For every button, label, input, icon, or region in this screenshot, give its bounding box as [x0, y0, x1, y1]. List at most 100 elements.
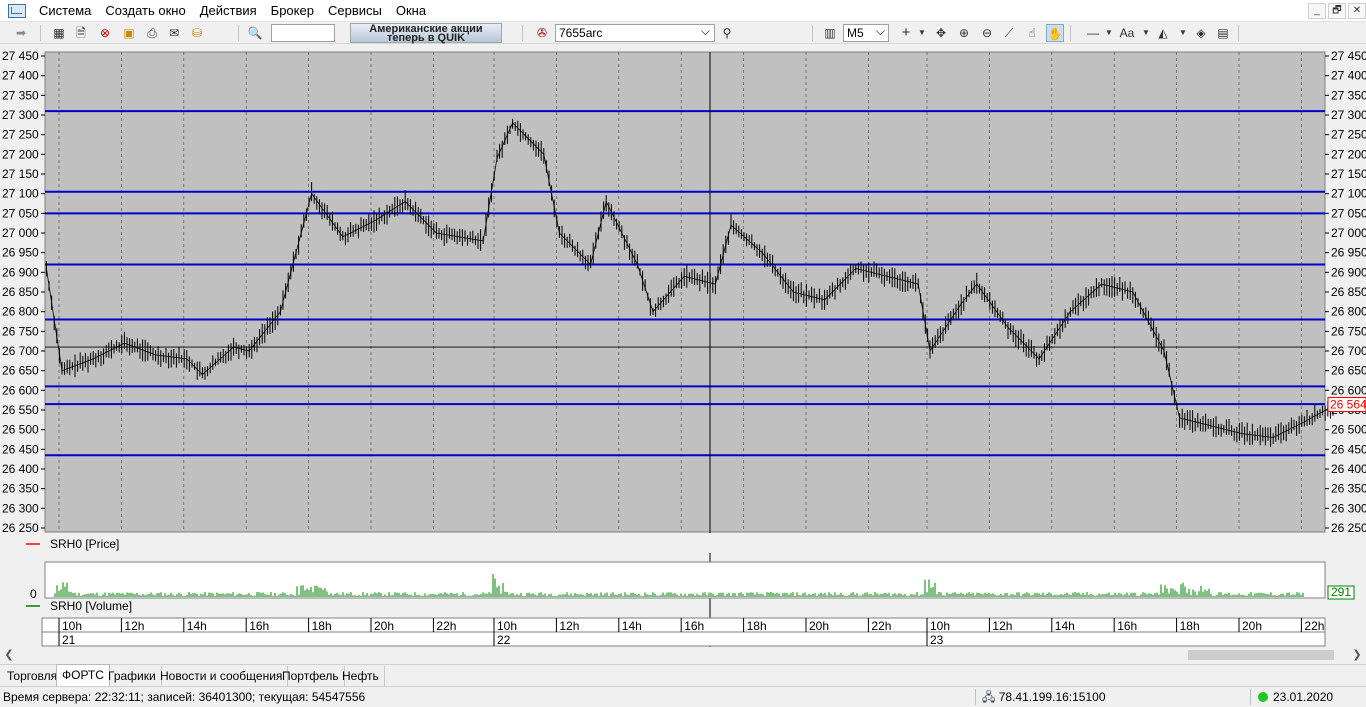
- y-tick-label-right: 27 250: [1331, 128, 1366, 142]
- y-tick-label-right: 26 350: [1331, 482, 1366, 496]
- price-point: [714, 283, 717, 285]
- time-tick-label: 16h: [684, 619, 704, 633]
- price-point: [186, 358, 188, 360]
- menu-services[interactable]: Сервисы: [321, 0, 389, 22]
- scroll-right-icon[interactable]: ❯: [1350, 647, 1364, 663]
- y-tick-label-right: 26 300: [1331, 501, 1366, 515]
- close-button[interactable]: ✕: [1348, 3, 1366, 19]
- crosshair-dropdown-icon[interactable]: ▼: [913, 24, 931, 42]
- lock-icon[interactable]: ▣: [120, 24, 138, 42]
- eye-icon[interactable]: ◈: [1192, 24, 1210, 42]
- price-point: [652, 311, 654, 313]
- current-date: 23.01.2020: [1273, 690, 1334, 704]
- price-point: [342, 236, 344, 238]
- text-dropdown-icon[interactable]: ▼: [1137, 24, 1155, 42]
- ticker-icon[interactable]: ✇: [533, 24, 551, 42]
- fill-icon[interactable]: ◭: [1154, 24, 1172, 42]
- fill-dropdown-icon[interactable]: ▼: [1174, 24, 1192, 42]
- tab-trading[interactable]: Торговля: [2, 666, 64, 686]
- price-point: [404, 200, 406, 203]
- search-icon[interactable]: 🔍: [246, 24, 264, 42]
- price-point: [636, 263, 639, 266]
- scroll-left-icon[interactable]: ❮: [2, 647, 16, 663]
- time-tick-label: 10h: [930, 619, 950, 633]
- menu-create-window[interactable]: Создать окно: [98, 0, 192, 22]
- restore-button[interactable]: 🗗: [1328, 3, 1346, 19]
- move-icon[interactable]: ✥: [932, 24, 950, 42]
- hand-icon[interactable]: ☝: [1023, 24, 1041, 42]
- time-tick-label: 10h: [62, 619, 82, 633]
- zoom-out-icon[interactable]: ⊖: [978, 24, 996, 42]
- timeframe-select[interactable]: M5: [843, 23, 889, 42]
- db-icon[interactable]: ⛁: [188, 24, 206, 42]
- volume-zero-label: 0: [30, 587, 37, 601]
- date-status: 23.01.2020: [1258, 687, 1333, 707]
- time-tick-label: 10h: [497, 619, 517, 633]
- menu-windows[interactable]: Окна: [389, 0, 433, 22]
- text-icon[interactable]: Aa: [1117, 24, 1137, 42]
- scroll-thumb[interactable]: [1188, 650, 1334, 660]
- ad-banner[interactable]: Американские акции теперь в QUIK: [350, 23, 502, 44]
- ruler-icon[interactable]: ⟋: [1000, 24, 1018, 42]
- price-point: [45, 267, 48, 269]
- line-dropdown-icon[interactable]: ▼: [1100, 24, 1118, 42]
- price-point: [201, 374, 203, 376]
- price-point: [1163, 350, 1165, 352]
- arrow-icon[interactable]: ➡: [12, 24, 30, 42]
- order-icon[interactable]: 🗎: [72, 24, 90, 42]
- time-tick-label: 18h: [747, 619, 767, 633]
- price-point: [605, 200, 607, 203]
- zoom-in-icon[interactable]: ⊕: [955, 24, 973, 42]
- layers-icon[interactable]: ▤: [1214, 24, 1232, 42]
- tab-oil[interactable]: Нефть: [337, 666, 385, 686]
- y-tick-label-left: 27 400: [2, 69, 39, 83]
- y-tick-label-left: 26 250: [2, 521, 39, 535]
- tab-news[interactable]: Новости и сообщения: [155, 666, 289, 686]
- price-point: [792, 291, 795, 293]
- menu-system[interactable]: Система: [32, 0, 98, 22]
- pan-icon[interactable]: ✋: [1046, 24, 1064, 42]
- price-point: [435, 232, 437, 234]
- price-point: [233, 346, 235, 348]
- ticker-select[interactable]: 7655arc: [555, 23, 715, 42]
- menu-broker[interactable]: Брокер: [264, 0, 321, 22]
- volume-panel: [44, 561, 1326, 599]
- price-point: [824, 299, 826, 301]
- tab-charts[interactable]: Графики: [103, 666, 162, 686]
- time-tick-label: 22h: [436, 619, 456, 633]
- chart-bars-icon[interactable]: ▥: [821, 24, 839, 42]
- mail-icon[interactable]: ✉: [165, 24, 183, 42]
- chart-window[interactable]: 27 450 27 450 27 400 27 400 27 350 27 350 27 3…: [0, 44, 1366, 660]
- y-tick-label-left: 26 550: [2, 403, 39, 417]
- price-point: [248, 350, 250, 352]
- price-point: [960, 303, 962, 305]
- day-tick-label: 23: [930, 633, 944, 647]
- price-point: [1194, 421, 1196, 423]
- price-point: [373, 220, 375, 222]
- price-point: [976, 283, 978, 285]
- y-tick-label-left: 26 300: [2, 501, 39, 515]
- chart-scrollbar[interactable]: ❮ ❯: [0, 647, 1366, 663]
- table-icon[interactable]: ▦: [50, 24, 68, 42]
- price-chart[interactable]: 27 450 27 450 27 400 27 400 27 350 27 350 27 3…: [0, 44, 1366, 660]
- y-tick-label-right: 26 450: [1331, 442, 1366, 456]
- time-tick-label: 14h: [187, 619, 207, 633]
- y-tick-label-left: 27 100: [2, 187, 39, 201]
- find-icon[interactable]: ⚲: [718, 24, 736, 42]
- minimize-button[interactable]: _: [1308, 3, 1326, 19]
- price-point: [558, 232, 561, 234]
- y-tick-label-right: 27 300: [1331, 108, 1366, 122]
- print-icon[interactable]: ⎙: [143, 24, 161, 42]
- time-tick-label: 16h: [1117, 619, 1137, 633]
- menu-actions[interactable]: Действия: [193, 0, 264, 22]
- price-point: [496, 157, 498, 159]
- tab-forts[interactable]: ФОРТС: [56, 664, 110, 686]
- search-input[interactable]: [271, 24, 335, 42]
- y-tick-label-left: 27 350: [2, 88, 39, 102]
- y-tick-label-right: 26 650: [1331, 364, 1366, 378]
- price-point: [855, 267, 857, 269]
- connection-address: 78.41.199.16:15100: [998, 690, 1106, 704]
- tab-portfolio[interactable]: Портфель: [277, 666, 345, 686]
- app-icon[interactable]: [8, 3, 26, 18]
- cancel-order-icon[interactable]: ⊗: [96, 24, 114, 42]
